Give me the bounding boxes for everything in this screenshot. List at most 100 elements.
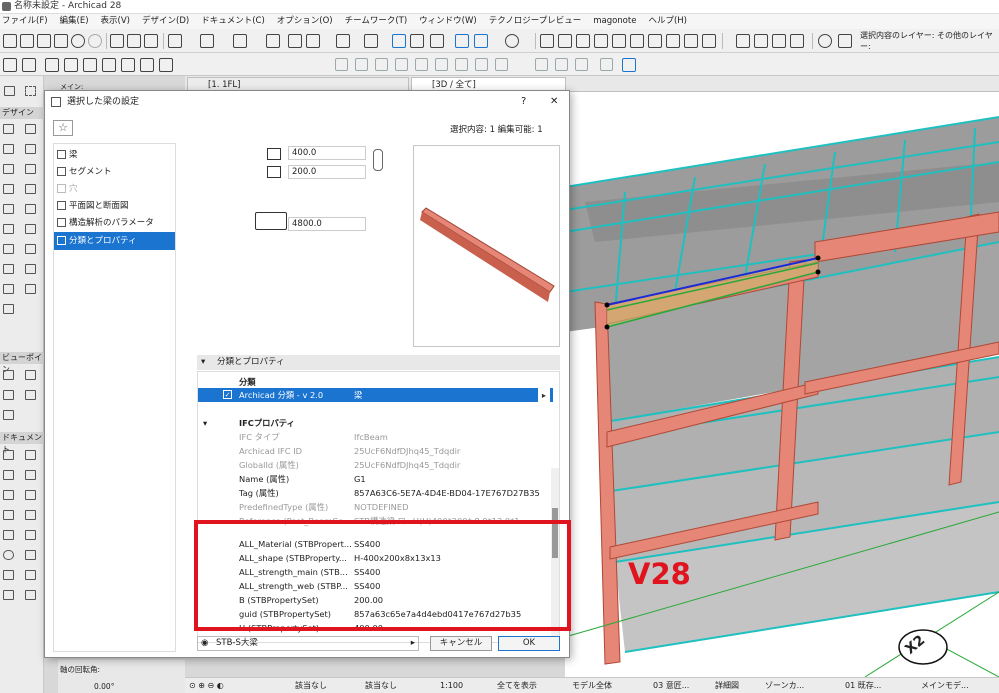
chat-icon[interactable] <box>790 34 804 48</box>
fill-tool-icon[interactable] <box>435 58 448 71</box>
figure-icon[interactable] <box>3 570 14 580</box>
beam-tool-icon[interactable] <box>45 58 59 72</box>
menu-teamwork[interactable]: チームワーク(T) <box>345 14 408 29</box>
morph-tool-icon[interactable] <box>140 58 154 72</box>
save-icon[interactable] <box>37 34 51 48</box>
menu-help[interactable]: ヘルプ(H) <box>648 14 687 29</box>
column-icon[interactable] <box>3 164 14 174</box>
viewpoint-section-header[interactable]: ビューポイン <box>0 352 44 374</box>
trim-icon[interactable] <box>540 34 554 48</box>
text-tool-icon[interactable] <box>455 58 468 71</box>
adjust-icon[interactable] <box>576 34 590 48</box>
design-section-header[interactable]: デザイン <box>0 107 44 119</box>
merge-icon[interactable] <box>702 34 716 48</box>
status-redo-item[interactable]: 該当なし <box>365 678 397 693</box>
offset-icon[interactable] <box>630 34 644 48</box>
ifc-row[interactable]: Archicad IFC ID 25UcF6NdfDJhq45_Tdqdir <box>198 444 553 458</box>
figure-tool-icon[interactable] <box>535 58 548 71</box>
wall-tool-icon[interactable] <box>3 58 17 72</box>
classification-arrow-icon[interactable]: ▸ <box>538 388 550 402</box>
fillet-icon[interactable] <box>612 34 626 48</box>
text-icon[interactable] <box>3 470 14 480</box>
dimension-icon[interactable] <box>3 450 14 460</box>
menu-view[interactable]: 表示(V) <box>101 14 130 29</box>
polyline-icon[interactable] <box>3 530 14 540</box>
shell-tool-icon[interactable] <box>102 58 116 72</box>
nav-item-plan-section[interactable]: 平面図と断面図 <box>54 197 175 215</box>
drawing-tool-icon[interactable] <box>555 58 568 71</box>
skylight-icon[interactable] <box>25 224 36 234</box>
arrow-tool-icon[interactable] <box>4 86 15 96</box>
interior-elevation-icon[interactable] <box>3 390 14 400</box>
line-tool-icon[interactable] <box>335 58 348 71</box>
beam-width-field[interactable]: 200.0 <box>288 165 366 179</box>
arc-tool-icon[interactable] <box>355 58 368 71</box>
nav-item-structural[interactable]: 構造解析のパラメータ <box>54 214 175 232</box>
window-icon[interactable] <box>25 144 36 154</box>
layer-selector[interactable]: 選択内容のレイヤー: その他のレイヤー: <box>860 30 999 52</box>
roof-tool-icon[interactable] <box>83 58 97 72</box>
worksheet-icon[interactable] <box>25 390 36 400</box>
elevation-icon[interactable] <box>666 34 680 48</box>
show-all-selector[interactable]: 全てを表示 <box>497 678 537 693</box>
opening-icon[interactable] <box>3 304 14 314</box>
markup-icon[interactable] <box>772 34 786 48</box>
classification-row[interactable]: ✓ Archicad 分類 - v 2.0 梁 ▸ <box>198 388 553 402</box>
open-file-icon[interactable] <box>20 34 34 48</box>
suspend-groups-icon[interactable] <box>392 34 406 48</box>
morph-icon[interactable] <box>25 244 36 254</box>
trace-icon[interactable] <box>410 34 424 48</box>
split-icon[interactable] <box>558 34 572 48</box>
spline-tool-icon[interactable] <box>395 58 408 71</box>
document-section-header[interactable]: ドキュメント <box>0 432 44 454</box>
dialog-title-bar[interactable]: 選択した梁の設定 ? ✕ <box>45 91 569 113</box>
layer-settings-icon[interactable] <box>838 34 852 48</box>
menu-document[interactable]: ドキュメント(C) <box>201 14 265 29</box>
ifc-row[interactable]: PredefinedType (属性) NOTDEFINED <box>198 500 553 514</box>
zone-selector[interactable]: ゾーンカ... <box>765 678 804 693</box>
cursor-snap-icon[interactable] <box>288 34 302 48</box>
label-tool-icon[interactable] <box>475 58 488 71</box>
column-tool-icon[interactable] <box>22 58 36 72</box>
pin-icon[interactable] <box>3 510 14 520</box>
menu-file[interactable]: ファイル(F) <box>2 14 48 29</box>
stair-icon[interactable] <box>25 184 36 194</box>
hotspot-tool-icon[interactable] <box>415 58 428 71</box>
ifc-row[interactable]: Tag (属性) 857A63C6-5E7A-4D4E-BD04-17E767D2… <box>198 486 553 500</box>
mesh-icon[interactable] <box>3 244 14 254</box>
label-icon[interactable] <box>25 470 36 480</box>
railing-icon[interactable] <box>3 204 14 214</box>
eyedropper-icon[interactable] <box>144 34 158 48</box>
marquee-icon[interactable] <box>622 58 636 72</box>
circle-icon[interactable] <box>3 550 14 560</box>
ifc-properties-header[interactable]: ▾ IFCプロパティ <box>198 416 553 430</box>
object-tool-icon[interactable] <box>159 58 173 72</box>
pen-set-selector[interactable]: 03 意匠... <box>653 678 689 693</box>
publish-icon[interactable] <box>754 34 768 48</box>
detail-icon[interactable] <box>3 410 14 420</box>
curtain-wall-icon[interactable] <box>25 124 36 134</box>
marquee-tool-icon[interactable] <box>25 86 36 96</box>
flag-icon[interactable] <box>736 34 750 48</box>
intersect-icon[interactable] <box>594 34 608 48</box>
chain-link-icon[interactable] <box>373 149 383 171</box>
ok-button[interactable]: OK <box>498 636 560 651</box>
arc-icon[interactable] <box>25 510 36 520</box>
close-button[interactable]: ✕ <box>550 91 558 113</box>
fit-window-icon[interactable] <box>430 34 444 48</box>
rotation-value[interactable]: 0.00° <box>94 682 114 691</box>
3d-explore-icon[interactable] <box>455 34 469 48</box>
menu-window[interactable]: ウィンドウ(W) <box>419 14 477 29</box>
line-icon[interactable] <box>25 490 36 500</box>
menu-edit[interactable]: 編集(E) <box>60 14 89 29</box>
image-icon[interactable] <box>3 590 14 600</box>
door-icon[interactable] <box>3 144 14 154</box>
lock-icon[interactable] <box>364 34 378 48</box>
spline-icon[interactable] <box>25 530 36 540</box>
connect-icon[interactable] <box>684 34 698 48</box>
pick-up-icon[interactable] <box>110 34 124 48</box>
renovation-selector[interactable]: 01 既存... <box>845 678 881 693</box>
grid-icon[interactable] <box>25 590 36 600</box>
beam-height-field[interactable]: 400.0 <box>288 146 366 160</box>
3d-orbit-icon[interactable] <box>474 34 488 48</box>
